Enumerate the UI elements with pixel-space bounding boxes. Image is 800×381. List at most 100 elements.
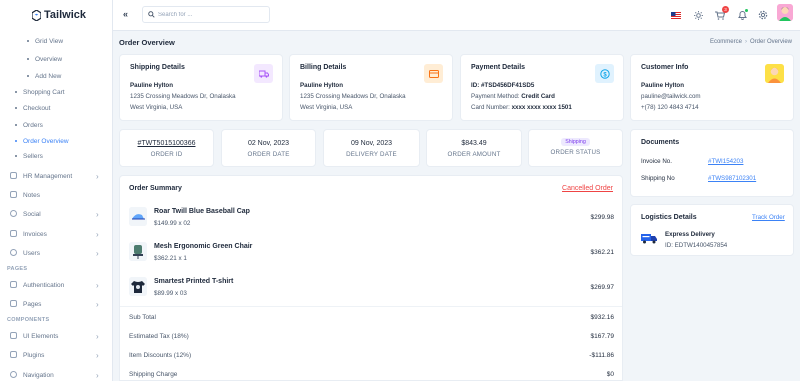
card-icon [424, 64, 443, 83]
gear-icon [758, 10, 768, 20]
search-box [142, 6, 270, 23]
card-number-label: Card Number: [471, 104, 512, 111]
customer-avatar [765, 64, 784, 83]
card-number-value: xxxx xxxx xxxx 1501 [511, 104, 572, 111]
status-badge: Shipping [561, 138, 590, 146]
sidebar-item-label: HR Management [23, 172, 73, 180]
sidebar-item-order-overview[interactable]: Order Overview [0, 134, 112, 148]
topbar: « Search for ... 3 [113, 0, 800, 31]
subtotal-label: Sub Total [129, 314, 156, 321]
shipping-details-card: Shipping Details Pauline Hylton 1235 Cro… [119, 54, 283, 121]
order-summary-title: Order Summary [129, 185, 182, 192]
cancelled-order-link[interactable]: Cancelled Order [562, 185, 613, 192]
documents-card: Documents Invoice No. #TWI154203 Shippin… [630, 129, 794, 197]
order-item: Mesh Ergonomic Green Chair $362.21 x 1 $… [129, 239, 614, 267]
sidebar-section-components: COMPONENTS [7, 317, 50, 323]
plug-icon [10, 351, 17, 358]
chevron-right-icon: › [96, 248, 99, 258]
order-date-label: ORDER DATE [247, 151, 290, 158]
sidebar-item-notes[interactable]: Notes [0, 188, 112, 202]
sidebar-item-grid-view[interactable]: Grid View [0, 34, 112, 48]
sidebar-item-label: Social [23, 210, 41, 218]
tshirt-image [129, 277, 147, 296]
chevron-right-icon: › [96, 209, 99, 219]
track-order-link[interactable]: Track Order [752, 214, 785, 221]
customer-phone: +(78) 120 4843 4714 [641, 104, 699, 111]
logo-icon [32, 9, 41, 21]
sidebar-item-label: Navigation [23, 371, 54, 379]
breadcrumb-ecommerce[interactable]: Ecommerce [710, 39, 742, 45]
payment-method: Payment Method: Credit Card [471, 93, 555, 100]
sidebar-item-orders[interactable]: Orders [0, 118, 112, 132]
customer-avatar-image [765, 64, 784, 83]
sidebar-item-sellers[interactable]: Sellers [0, 149, 112, 163]
payment-method-value: Credit Card [521, 93, 555, 100]
order-id-value[interactable]: #TWT5015100366 [120, 140, 213, 147]
sidebar-item-social[interactable]: Social › [0, 207, 112, 221]
stat-order-date: 02 Nov, 2023 ORDER DATE [221, 129, 316, 167]
item-price: $362.21 [590, 249, 615, 256]
sidebar-collapse-icon[interactable]: « [123, 9, 128, 19]
subtotal-value: $932.16 [590, 314, 615, 321]
pages-icon [10, 300, 17, 307]
settings-button[interactable] [757, 9, 769, 21]
sidebar-item-pages[interactable]: Pages › [0, 297, 112, 311]
sidebar-item-label: UI Elements [23, 332, 59, 340]
item-name: Smartest Printed T-shirt [154, 278, 234, 285]
language-flag-button[interactable] [670, 9, 682, 21]
sidebar-item-checkout[interactable]: Checkout [0, 101, 112, 115]
customer-info-title: Customer Info [641, 64, 689, 71]
cart-count-badge: 3 [722, 6, 729, 13]
item-qty: $89.99 x 03 [154, 290, 187, 297]
breadcrumb-separator-icon: › [744, 39, 747, 45]
bullet-icon [15, 107, 17, 109]
sidebar-item-users[interactable]: Users › [0, 246, 112, 260]
sidebar-item-ui-elements[interactable]: UI Elements › [0, 329, 112, 343]
delivery-truck-icon [641, 232, 658, 244]
payment-details-card: Payment Details $ ID: #TSD456DF41SD5 Pay… [460, 54, 624, 121]
billing-details-title: Billing Details [300, 64, 347, 71]
logistics-title: Logistics Details [641, 214, 697, 221]
brand-logo[interactable]: Tailwick [32, 9, 86, 21]
item-qty: $149.99 x 02 [154, 220, 191, 227]
invoice-no-link[interactable]: #TWI154203 [708, 158, 743, 165]
breadcrumb-current: Order Overview [749, 39, 792, 45]
shipping-no-link[interactable]: #TWS987102301 [708, 175, 756, 182]
sidebar-item-label: Invoices [23, 230, 47, 238]
sidebar-item-shopping-cart[interactable]: Shopping Cart [0, 85, 112, 99]
sidebar-item-label: Orders [23, 121, 43, 129]
customer-name: Pauline Hylton [641, 82, 684, 89]
search-icon [148, 11, 155, 18]
order-id-label: ORDER ID [150, 151, 183, 158]
subtotal-row: Sub Total $932.16 [129, 314, 614, 326]
briefcase-icon [10, 172, 17, 179]
user-avatar[interactable] [777, 4, 793, 21]
chevron-right-icon: › [96, 280, 99, 290]
sidebar-item-navigation[interactable]: Navigation › [0, 368, 112, 381]
notification-dot [745, 9, 748, 12]
chair-image [129, 242, 147, 261]
payment-details-title: Payment Details [471, 64, 526, 71]
customer-email[interactable]: pauline@tailwick.com [641, 93, 701, 100]
invoice-no-label: Invoice No. [641, 158, 672, 165]
compass-icon [10, 371, 17, 378]
stat-order-id: #TWT5015100366 ORDER ID [119, 129, 214, 167]
bullet-icon [15, 124, 17, 126]
sidebar-item-label: Authentication [23, 281, 65, 289]
sidebar-item-hr-management[interactable]: HR Management › [0, 169, 112, 183]
stat-order-amount: $843.49 ORDER AMOUNT [426, 129, 522, 167]
sidebar-item-label: Users [23, 249, 40, 257]
theme-toggle-button[interactable] [692, 9, 704, 21]
cart-button[interactable]: 3 [714, 6, 729, 21]
sidebar-item-invoices[interactable]: Invoices › [0, 227, 112, 241]
search-input[interactable] [158, 9, 266, 20]
avatar-image [777, 4, 793, 21]
page-title: Order Overview [119, 38, 175, 47]
sidebar-item-authentication[interactable]: Authentication › [0, 278, 112, 292]
order-item: Roar Twill Blue Baseball Cap $149.99 x 0… [129, 204, 614, 232]
sidebar-item-overview[interactable]: Overview [0, 52, 112, 66]
sidebar-item-plugins[interactable]: Plugins › [0, 348, 112, 362]
notifications-button[interactable] [736, 9, 748, 21]
chevron-right-icon: › [96, 331, 99, 341]
sidebar-item-add-new[interactable]: Add New [0, 69, 112, 83]
